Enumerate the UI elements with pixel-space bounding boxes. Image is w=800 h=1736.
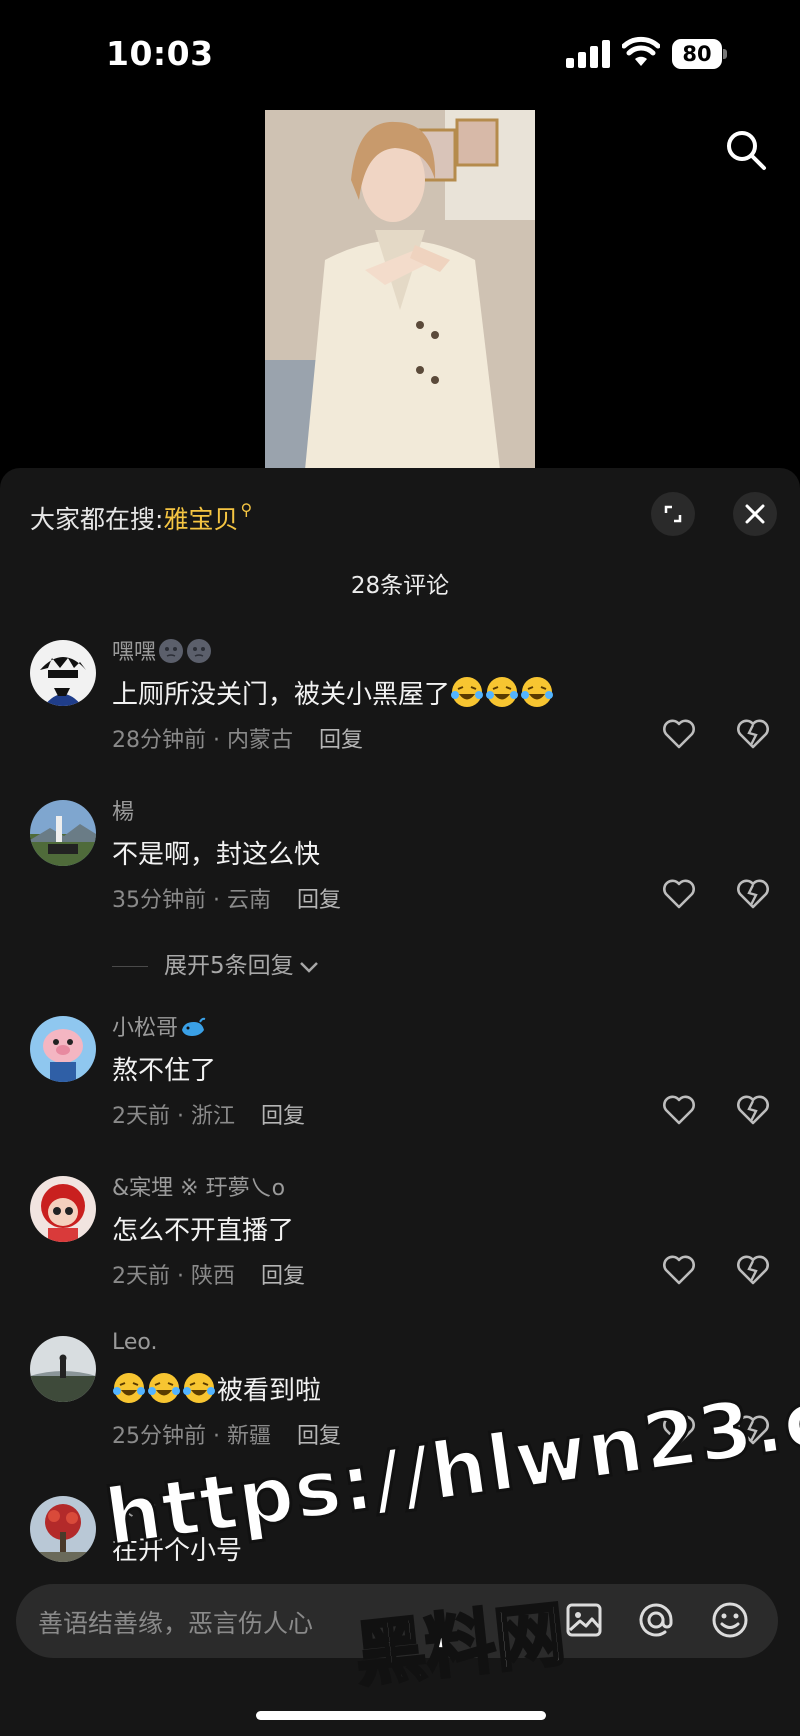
home-indicator[interactable] [256,1711,546,1720]
heart-icon[interactable] [662,1094,696,1126]
trending-prefix: 大家都在搜: [30,505,164,534]
avatar[interactable] [30,640,96,706]
comment-meta: 35分钟前 · 云南 回复 [112,882,341,914]
close-button[interactable] [733,492,777,536]
close-icon [745,504,765,524]
broken-heart-icon[interactable] [736,1094,770,1126]
status-time: 10:03 [106,34,214,73]
comment-input-placeholder[interactable]: 善语结善缘，恶言伤人心 [38,1604,313,1640]
comment-meta: 28分钟前 · 内蒙古 回复 [112,722,363,754]
trending-search[interactable]: 大家都在搜:雅宝贝 ⚲ [30,500,252,536]
status-bar: 10:03 80 [0,0,800,100]
search-icon[interactable] [724,128,768,172]
trending-keyword[interactable]: 雅宝贝 [163,505,238,534]
chevron-down-icon [299,961,318,973]
comment-username[interactable]: Leo. [112,1330,157,1355]
video-frame-image [265,110,535,470]
at-mention-icon[interactable] [636,1600,676,1640]
avatar[interactable] [30,1496,96,1562]
comment-item: 小松哥 熬不住了 2天前 · 浙江 回复 [0,1010,800,1160]
comment-text-content: 上厕所没关门，被关小黑屋了 [112,680,451,710]
comment-username[interactable]: 楊 [112,794,134,826]
moon-emoji-icon [187,639,212,663]
laughing-emoji-icon [113,1373,145,1403]
avatar[interactable] [30,1176,96,1242]
broken-heart-icon[interactable] [736,718,770,750]
comment-time-location: 25分钟前 · 新疆 [112,1424,271,1449]
whale-emoji-icon [182,1017,206,1036]
comment-text: 被看到啦 [112,1370,321,1407]
comment-meta: 2天前 · 陕西 回复 [112,1258,305,1290]
heart-icon[interactable] [662,1254,696,1286]
emoji-icon[interactable] [710,1600,750,1640]
avatar[interactable] [30,800,96,866]
divider-line [112,966,148,967]
comment-username[interactable]: &宲埋 ※ 玗夢乀o [112,1170,285,1202]
battery-icon: 80 [672,39,728,69]
moon-emoji-icon [159,639,184,663]
comment-count: 28条评论 [350,573,450,599]
comment-time-location: 35分钟前 · 云南 [112,888,271,913]
fullscreen-button[interactable] [651,492,695,536]
username-text: 小松哥 [112,1016,179,1041]
broken-heart-icon[interactable] [736,878,770,910]
reply-button[interactable]: 回复 [319,722,363,754]
avatar[interactable] [30,1016,96,1082]
reply-button[interactable]: 回复 [261,1258,305,1290]
comment-item: 楊 不是啊，封这么快 35分钟前 · 云南 回复 [0,794,800,944]
laughing-emoji-icon [451,677,484,707]
wifi-icon [622,36,660,66]
expand-replies-button[interactable]: 展开5条回复 [112,946,320,980]
reply-button[interactable]: 回复 [261,1098,305,1130]
comment-text: 熬不住了 [112,1056,217,1086]
laughing-emoji-icon [486,677,519,707]
comment-time-location: 2天前 · 陕西 [112,1264,235,1289]
comment-meta: 2天前 · 浙江 回复 [112,1098,305,1130]
laughing-emoji-icon [521,677,554,707]
reply-button[interactable]: 回复 [297,882,341,914]
laughing-emoji-icon [183,1373,215,1403]
comment-username[interactable]: 小松哥 [112,1010,206,1042]
comment-text-content: 被看到啦 [217,1376,322,1406]
image-icon[interactable] [564,1600,604,1640]
expand-replies-label: 展开5条回复 [164,953,294,979]
battery-level: 80 [672,39,722,69]
comment-time-location: 28分钟前 · 内蒙古 [112,728,293,753]
small-search-icon: ⚲ [240,500,253,519]
comment-item: 嘿嘿 上厕所没关门，被关小黑屋了 28分钟前 · 内蒙古 回复 [0,634,800,784]
comment-text: 不是啊，封这么快 [112,840,321,870]
avatar[interactable] [30,1336,96,1402]
comment-text: 上厕所没关门，被关小黑屋了 [112,674,555,711]
heart-icon[interactable] [662,718,696,750]
expand-icon [664,505,682,523]
username-text: 嘿嘿 [112,640,157,665]
comment-text: 怎么不开直播了 [112,1216,295,1246]
comment-time-location: 2天前 · 浙江 [112,1104,235,1129]
broken-heart-icon[interactable] [736,1254,770,1286]
cellular-signal-icon [566,40,610,68]
comment-item: &宲埋 ※ 玗夢乀o 怎么不开直播了 2天前 · 陕西 回复 [0,1170,800,1320]
video-player[interactable] [265,110,535,470]
heart-icon[interactable] [662,878,696,910]
laughing-emoji-icon [148,1373,180,1403]
comment-username[interactable]: 嘿嘿 [112,634,212,666]
